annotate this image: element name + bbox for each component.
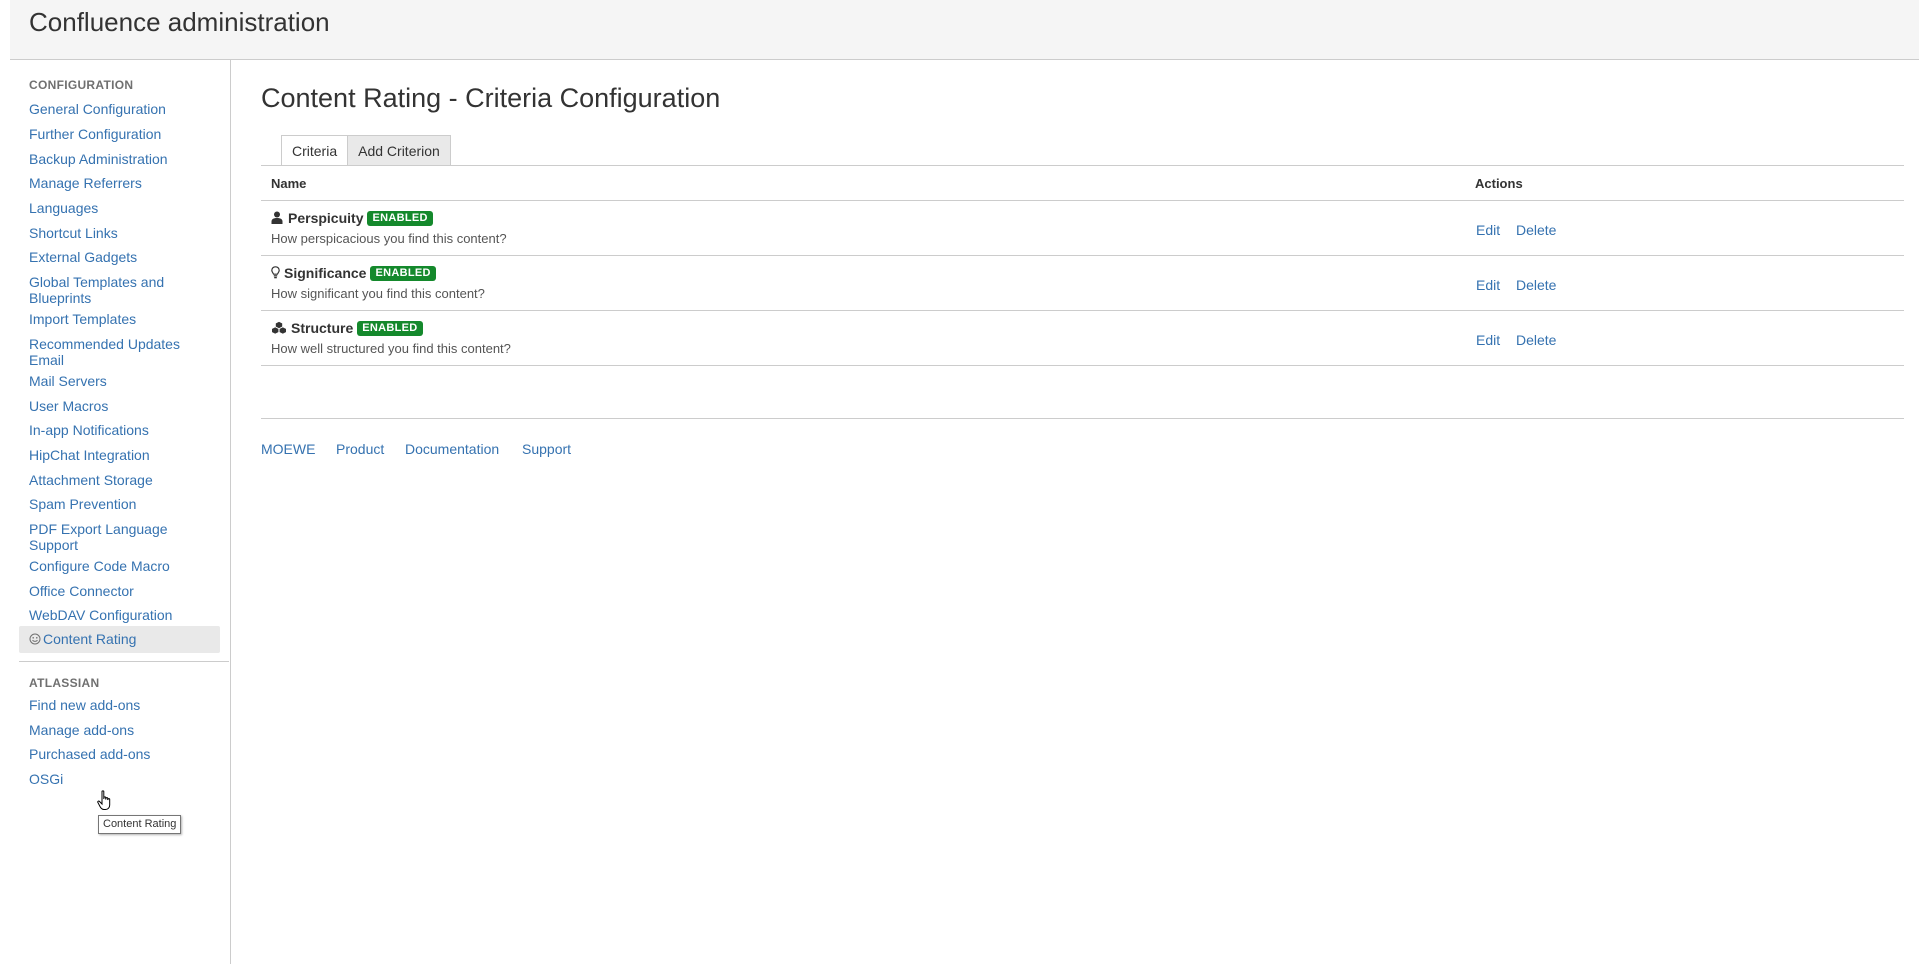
- footer-link-product[interactable]: Product: [336, 441, 384, 457]
- main-content: Content Rating - Criteria Configuration …: [261, 60, 1904, 940]
- edit-link[interactable]: Edit: [1476, 222, 1500, 238]
- criterion-description: How significant you find this content?: [271, 286, 485, 301]
- table-header: Name Actions: [261, 166, 1904, 201]
- footer-link-documentation[interactable]: Documentation: [405, 441, 499, 457]
- sidebar-item-languages[interactable]: Languages: [29, 200, 219, 216]
- sidebar-divider: [19, 661, 229, 662]
- sidebar-item-spam-prevention[interactable]: Spam Prevention: [29, 496, 219, 512]
- sidebar-item-shortcut-links[interactable]: Shortcut Links: [29, 225, 219, 241]
- edit-link[interactable]: Edit: [1476, 277, 1500, 293]
- criterion-name: Perspicuity ENABLED: [271, 210, 433, 226]
- smiley-icon: [29, 632, 41, 648]
- sidebar-item-webdav-configuration[interactable]: WebDAV Configuration: [29, 607, 219, 623]
- sidebar-item-global-templates[interactable]: Global Templates and Blueprints: [29, 274, 189, 306]
- tabs: Criteria Add Criterion: [281, 135, 451, 166]
- sidebar-item-recommended-updates-email[interactable]: Recommended Updates Email: [29, 336, 199, 368]
- sidebar-item-purchased-add-ons[interactable]: Purchased add-ons: [29, 746, 219, 762]
- criterion-name: Significance ENABLED: [271, 265, 436, 281]
- sidebar-item-manage-referrers[interactable]: Manage Referrers: [29, 175, 219, 191]
- sidebar-item-content-rating[interactable]: Content Rating: [19, 626, 220, 653]
- user-icon: [271, 211, 285, 225]
- sidebar-item-backup-administration[interactable]: Backup Administration: [29, 151, 219, 167]
- status-badge: ENABLED: [357, 320, 423, 336]
- admin-title: Confluence administration: [29, 7, 330, 37]
- hand-cursor-icon: [97, 790, 113, 812]
- page-title: Content Rating - Criteria Configuration: [261, 83, 721, 113]
- atlassian-heading: ATLASSIAN: [29, 676, 100, 690]
- criterion-name: Structure ENABLED: [271, 320, 423, 336]
- actions-column-header: Actions: [1475, 176, 1523, 191]
- criterion-name-text: Significance: [284, 265, 367, 281]
- sidebar-item-further-configuration[interactable]: Further Configuration: [29, 126, 219, 142]
- sidebar-item-mail-servers[interactable]: Mail Servers: [29, 373, 219, 389]
- sidebar-item-attachment-storage[interactable]: Attachment Storage: [29, 472, 219, 488]
- criterion-description: How well structured you find this conten…: [271, 341, 511, 356]
- delete-link[interactable]: Delete: [1516, 332, 1556, 348]
- status-badge: ENABLED: [370, 265, 436, 281]
- configuration-heading: CONFIGURATION: [29, 78, 134, 92]
- sidebar-item-general-configuration[interactable]: General Configuration: [29, 101, 219, 117]
- delete-link[interactable]: Delete: [1516, 277, 1556, 293]
- footer-link-support[interactable]: Support: [522, 441, 571, 457]
- footer-divider: [261, 418, 1904, 419]
- tab-add-criterion[interactable]: Add Criterion: [348, 135, 451, 166]
- table-row: Perspicuity ENABLED How perspicacious yo…: [261, 201, 1904, 256]
- name-column-header: Name: [271, 176, 307, 191]
- status-badge: ENABLED: [367, 210, 433, 226]
- criterion-name-text: Perspicuity: [288, 210, 364, 226]
- delete-link[interactable]: Delete: [1516, 222, 1556, 238]
- tooltip: Content Rating: [98, 815, 182, 834]
- sidebar-item-osgi[interactable]: OSGi: [29, 771, 219, 787]
- criterion-description: How perspicacious you find this content?: [271, 231, 507, 246]
- table-row: Significance ENABLED How significant you…: [261, 256, 1904, 311]
- criteria-table: Name Actions Perspicuity ENABLED How per…: [261, 166, 1904, 366]
- table-row: Structure ENABLED How well structured yo…: [261, 311, 1904, 366]
- sidebar-item-pdf-export-language-support[interactable]: PDF Export Language Support: [29, 521, 189, 553]
- sidebar-item-find-new-add-ons[interactable]: Find new add-ons: [29, 697, 219, 713]
- sidebar-item-manage-add-ons[interactable]: Manage add-ons: [29, 722, 219, 738]
- sidebar-item-user-macros[interactable]: User Macros: [29, 398, 219, 414]
- lightbulb-icon: [271, 266, 281, 280]
- cubes-icon: [271, 321, 288, 335]
- sidebar-item-office-connector[interactable]: Office Connector: [29, 583, 219, 599]
- criterion-name-text: Structure: [291, 320, 354, 336]
- tab-criteria[interactable]: Criteria: [281, 135, 349, 166]
- sidebar-item-import-templates[interactable]: Import Templates: [29, 311, 219, 327]
- sidebar-item-in-app-notifications[interactable]: In-app Notifications: [29, 422, 219, 438]
- sidebar-item-external-gadgets[interactable]: External Gadgets: [29, 249, 219, 265]
- footer-link-moewe[interactable]: MOEWE: [261, 441, 315, 457]
- sidebar-item-configure-code-macro[interactable]: Configure Code Macro: [29, 558, 219, 574]
- sidebar-item-hipchat-integration[interactable]: HipChat Integration: [29, 447, 219, 463]
- edit-link[interactable]: Edit: [1476, 332, 1500, 348]
- admin-header: Confluence administration: [10, 0, 1919, 60]
- sidebar-item-content-rating-label: Content Rating: [43, 631, 137, 647]
